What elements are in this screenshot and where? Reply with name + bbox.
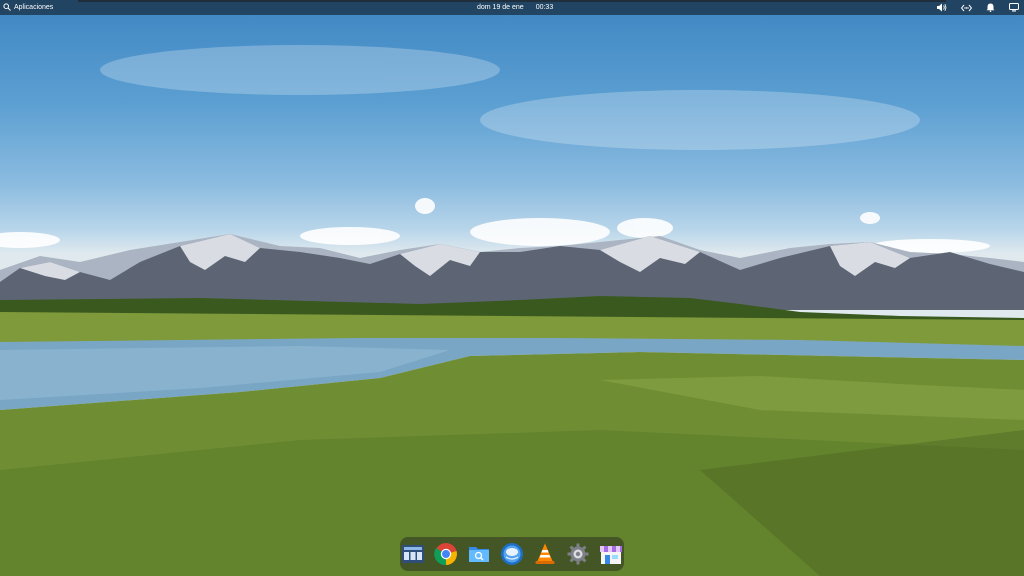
system-settings-icon[interactable]: [566, 541, 591, 567]
multitasking-view-icon[interactable]: [400, 541, 425, 567]
desktop-wallpaper: [0, 0, 1024, 576]
search-icon: [3, 2, 11, 13]
volume-icon[interactable]: [936, 2, 948, 13]
files-icon[interactable]: [466, 541, 491, 567]
network-icon[interactable]: [960, 2, 972, 13]
date-text: dom 19 de ene: [477, 4, 524, 11]
web-browser-icon[interactable]: [499, 541, 524, 567]
dock: [400, 537, 624, 571]
chrome-icon[interactable]: [433, 541, 458, 567]
date-time-indicator[interactable]: dom 19 de ene 00:33: [477, 2, 553, 13]
app-center-icon[interactable]: [599, 541, 624, 567]
vlc-icon[interactable]: [533, 541, 558, 567]
landscape-image: [0, 45, 1024, 576]
time-text: 00:33: [535, 4, 554, 11]
session-icon[interactable]: [1008, 2, 1020, 13]
applications-label: Aplicaciones: [14, 4, 54, 11]
notifications-icon[interactable]: [984, 2, 996, 13]
applications-menu-button[interactable]: Aplicaciones: [3, 2, 53, 13]
system-indicators: [936, 2, 1020, 13]
top-panel: Aplicaciones dom 19 de ene 00:33: [0, 0, 1024, 15]
